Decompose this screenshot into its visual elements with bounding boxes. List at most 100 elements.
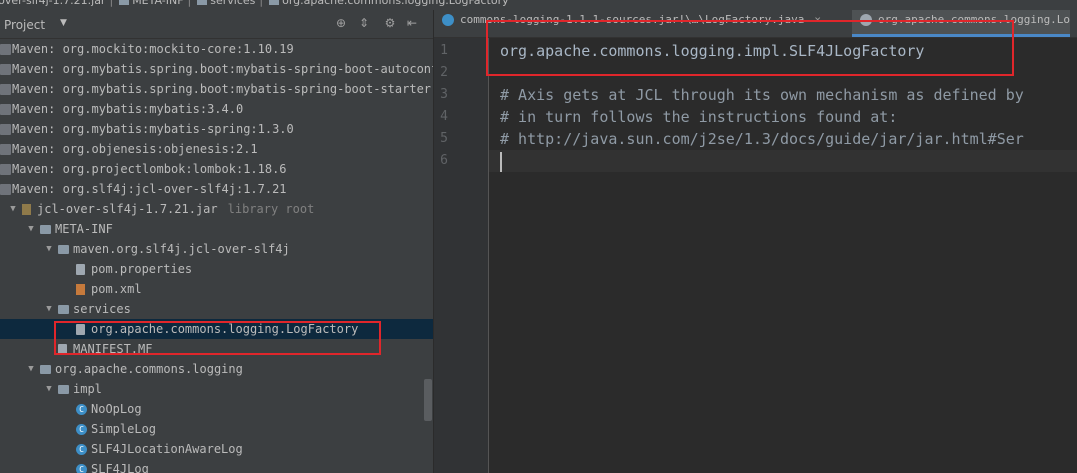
tree-item[interactable]: Maven: org.mybatis.spring.boot:mybatis-s… bbox=[0, 59, 433, 79]
tree-item[interactable]: Maven: org.mybatis:mybatis-spring:1.3.0 bbox=[0, 119, 433, 139]
project-tree: Maven: org.mockito:mockito-core:1.10.19 M… bbox=[0, 39, 433, 473]
code-line: # http://java.sun.com/j2se/1.3/docs/guid… bbox=[500, 130, 1024, 148]
tree-item[interactable]: Maven: org.mybatis:mybatis:3.4.0 bbox=[0, 99, 433, 119]
tree-item-label: Maven: org.slf4j:jcl-over-slf4j:1.7.21 bbox=[12, 182, 287, 196]
library-icon bbox=[0, 84, 11, 95]
chevron-down-icon[interactable]: ▼ bbox=[44, 379, 54, 399]
tree-item-label: services bbox=[73, 302, 131, 316]
annotation-box-selected-file bbox=[54, 321, 381, 355]
line-number: 4 bbox=[440, 109, 448, 124]
class-icon: C bbox=[76, 404, 87, 415]
hide-panel-icon[interactable]: ⇤ bbox=[405, 16, 419, 30]
chevron-down-icon[interactable]: ▼ bbox=[26, 219, 36, 239]
tree-item-label: org.apache.commons.logging bbox=[55, 362, 243, 376]
locate-icon[interactable]: ⊕ bbox=[334, 16, 348, 30]
tree-item[interactable]: Maven: org.mockito:mockito-core:1.10.19 bbox=[0, 39, 433, 59]
file-icon bbox=[76, 264, 85, 275]
folder-icon bbox=[58, 385, 69, 394]
tree-item-label: META-INF bbox=[55, 222, 113, 236]
breadcrumb: -over-slf4j-1.7.21.jar | META-INF | services… bbox=[0, 0, 1077, 10]
project-title[interactable]: Project bbox=[4, 18, 45, 32]
line-number: 6 bbox=[440, 153, 448, 168]
tree-item[interactable]: pom.xml bbox=[0, 279, 433, 299]
tree-scrollbar[interactable] bbox=[424, 379, 432, 421]
folder-icon bbox=[119, 0, 130, 5]
tree-item-label: SLF4JLog bbox=[91, 462, 149, 473]
jar-icon bbox=[22, 204, 31, 215]
tree-item-label: impl bbox=[73, 382, 102, 396]
tree-item-label: Maven: org.objenesis:objenesis:2.1 bbox=[12, 142, 258, 156]
folder-icon bbox=[40, 225, 51, 234]
folder-icon bbox=[269, 0, 280, 5]
folder-icon bbox=[40, 365, 51, 374]
tree-item[interactable]: C NoOpLog bbox=[0, 399, 433, 419]
tree-item[interactable]: Maven: org.projectlombok:lombok:1.18.6 bbox=[0, 159, 433, 179]
library-icon bbox=[0, 164, 11, 175]
line-number: 2 bbox=[440, 65, 448, 80]
annotation-box-first-line bbox=[486, 20, 1014, 76]
breadcrumb-separator: | bbox=[109, 0, 114, 7]
editor-panel: commons-logging-1.1.1-sources.jar!\…\Log… bbox=[434, 10, 1077, 473]
tree-item[interactable]: ▼ jcl-over-slf4j-1.7.21.jar library root bbox=[0, 199, 433, 219]
tree-item[interactable]: C SimpleLog bbox=[0, 419, 433, 439]
tree-item[interactable]: C SLF4JLog bbox=[0, 459, 433, 473]
tree-item-label: maven.org.slf4j.jcl-over-slf4j bbox=[73, 242, 290, 256]
chevron-down-icon[interactable]: ▼ bbox=[44, 299, 54, 319]
project-panel: Project ▼ ⊕ ⇕ ⚙ ⇤ Maven: org.mockito:moc… bbox=[0, 10, 433, 473]
tree-item-label: Maven: org.mybatis.spring.boot:mybatis-s… bbox=[12, 62, 433, 76]
chevron-down-icon[interactable]: ▼ bbox=[44, 239, 54, 259]
tree-item[interactable]: C SLF4JLocationAwareLog bbox=[0, 439, 433, 459]
tree-item[interactable]: pom.properties bbox=[0, 259, 433, 279]
library-icon bbox=[0, 44, 11, 55]
line-number-gutter: 1 2 3 4 5 6 bbox=[434, 38, 489, 473]
tree-item-label: pom.xml bbox=[91, 282, 142, 296]
tree-item-label: SimpleLog bbox=[91, 422, 157, 436]
tree-item[interactable]: ▼ maven.org.slf4j.jcl-over-slf4j bbox=[0, 239, 433, 259]
breadcrumb-item[interactable]: org.apache.commons.logging.LogFactory bbox=[282, 0, 509, 7]
folder-icon bbox=[197, 0, 208, 5]
class-icon: C bbox=[76, 464, 87, 473]
library-icon bbox=[0, 104, 11, 115]
class-icon: C bbox=[76, 424, 87, 435]
library-icon bbox=[0, 144, 11, 155]
collapse-all-icon[interactable]: ⇕ bbox=[357, 16, 371, 30]
line-number: 3 bbox=[440, 87, 448, 102]
line-number: 1 bbox=[440, 43, 448, 58]
tree-item-label: pom.properties bbox=[91, 262, 193, 276]
tree-item-label: jcl-over-slf4j-1.7.21.jar bbox=[37, 202, 218, 216]
code-line: # in turn follows the instructions found… bbox=[500, 108, 898, 126]
library-icon bbox=[0, 124, 11, 135]
class-icon: C bbox=[76, 444, 87, 455]
code-line: # Axis gets at JCL through its own mecha… bbox=[500, 86, 1024, 104]
chevron-down-icon[interactable]: ▼ bbox=[8, 199, 18, 219]
tree-item-label: Maven: org.mybatis:mybatis:3.4.0 bbox=[12, 102, 244, 116]
tree-item[interactable]: ▼ services bbox=[0, 299, 433, 319]
tree-item-label: NoOpLog bbox=[91, 402, 142, 416]
tree-item[interactable]: ▼ org.apache.commons.logging bbox=[0, 359, 433, 379]
chevron-down-icon[interactable]: ▼ bbox=[26, 359, 36, 379]
project-panel-header: Project ▼ ⊕ ⇕ ⚙ ⇤ bbox=[0, 10, 433, 39]
tree-item-hint: library root bbox=[227, 202, 315, 216]
xml-file-icon bbox=[76, 284, 85, 295]
tree-item[interactable]: ▼ META-INF bbox=[0, 219, 433, 239]
folder-icon bbox=[58, 245, 69, 254]
text-caret bbox=[500, 152, 502, 172]
breadcrumb-item[interactable]: -over-slf4j-1.7.21.jar bbox=[0, 0, 105, 7]
tree-item[interactable]: Maven: org.mybatis.spring.boot:mybatis-s… bbox=[0, 79, 433, 99]
chevron-down-icon[interactable]: ▼ bbox=[60, 18, 67, 28]
line-number: 5 bbox=[440, 131, 448, 146]
tree-item[interactable]: Maven: org.objenesis:objenesis:2.1 bbox=[0, 139, 433, 159]
breadcrumb-separator: | bbox=[259, 0, 264, 7]
tree-item-label: Maven: org.projectlombok:lombok:1.18.6 bbox=[12, 162, 287, 176]
tree-item-label: Maven: org.mockito:mockito-core:1.10.19 bbox=[12, 42, 294, 56]
tree-item-label: SLF4JLocationAwareLog bbox=[91, 442, 243, 456]
tree-item[interactable]: Maven: org.slf4j:jcl-over-slf4j:1.7.21 bbox=[0, 179, 433, 199]
class-icon bbox=[442, 14, 454, 26]
breadcrumb-item[interactable]: META-INF bbox=[132, 0, 183, 7]
settings-gear-icon[interactable]: ⚙ bbox=[383, 16, 397, 30]
tree-item-label: Maven: org.mybatis:mybatis-spring:1.3.0 bbox=[12, 122, 294, 136]
tree-item[interactable]: ▼ impl bbox=[0, 379, 433, 399]
library-icon bbox=[0, 184, 11, 195]
breadcrumb-item[interactable]: services bbox=[210, 0, 255, 7]
